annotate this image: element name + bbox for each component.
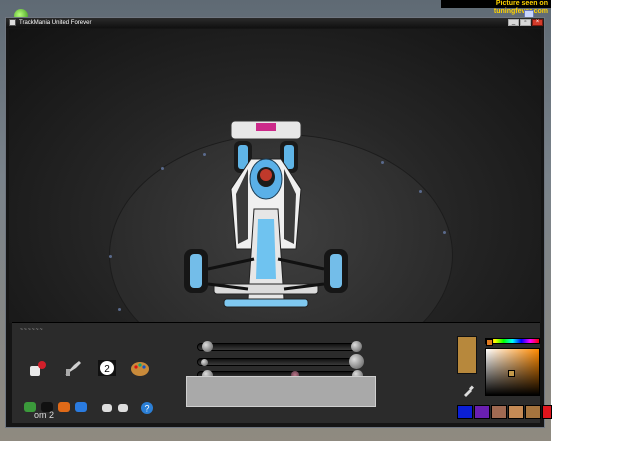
hue-marker[interactable] xyxy=(486,339,493,346)
brush-orange-button[interactable] xyxy=(58,402,70,412)
current-color-swatch[interactable] xyxy=(457,336,477,374)
paint-editor-panel: ~~~~~~ 2 ? om 2 xyxy=(12,322,552,423)
text-input-area[interactable] xyxy=(186,376,376,407)
palette-swatch[interactable] xyxy=(542,405,552,419)
game-window: TrackMania United Forever _ ▫ × ~~~~~~ 2… xyxy=(5,17,552,428)
sticker-number-icon[interactable]: 2 xyxy=(96,357,118,379)
palette-swatch[interactable] xyxy=(457,405,473,419)
slider-knob[interactable] xyxy=(351,341,362,352)
slider-knob[interactable] xyxy=(202,341,213,352)
eyedropper-icon[interactable] xyxy=(462,385,474,397)
hue-slider[interactable] xyxy=(485,338,540,344)
palette-swatch[interactable] xyxy=(508,405,524,419)
app-icon xyxy=(9,19,16,26)
shape-button[interactable] xyxy=(118,404,128,412)
palette-swatch[interactable] xyxy=(525,405,541,419)
slider-knob[interactable] xyxy=(349,354,364,369)
minimize-button[interactable]: _ xyxy=(508,19,519,26)
turntable-marker xyxy=(381,161,384,164)
watermark-text: Picture seen on tuningfever.com xyxy=(441,0,551,15)
window-title: TrackMania United Forever xyxy=(19,20,92,26)
size-slider[interactable] xyxy=(197,343,362,351)
paint-palette-icon[interactable] xyxy=(129,357,151,379)
palette-swatch[interactable] xyxy=(491,405,507,419)
window-titlebar[interactable]: TrackMania United Forever _ ▫ × xyxy=(6,18,544,28)
palette-swatch[interactable] xyxy=(474,405,490,419)
spray-gun-icon[interactable] xyxy=(62,357,84,379)
color-picker-handle[interactable] xyxy=(508,370,515,377)
turntable-marker xyxy=(443,231,446,234)
turntable-marker xyxy=(419,190,422,193)
help-icon[interactable]: ? xyxy=(140,401,154,415)
shape-button[interactable] xyxy=(102,404,112,412)
brush-blue-button[interactable] xyxy=(75,402,87,412)
slider-knob[interactable] xyxy=(201,359,208,366)
panel-label: ~~~~~~ xyxy=(20,327,44,333)
turntable-marker xyxy=(161,167,164,170)
turntable-marker xyxy=(118,308,121,311)
svg-text:?: ? xyxy=(144,404,149,414)
paint-bucket-icon[interactable] xyxy=(27,357,49,379)
opacity-slider[interactable] xyxy=(197,358,362,366)
maximize-button[interactable]: ▫ xyxy=(520,19,531,26)
close-button[interactable]: × xyxy=(532,19,543,26)
layer-name-label: om 2 xyxy=(34,410,55,420)
car-3d-viewport[interactable] xyxy=(9,29,541,323)
turntable-marker xyxy=(109,255,112,258)
race-car-model xyxy=(184,120,348,308)
svg-text:2: 2 xyxy=(104,364,110,375)
